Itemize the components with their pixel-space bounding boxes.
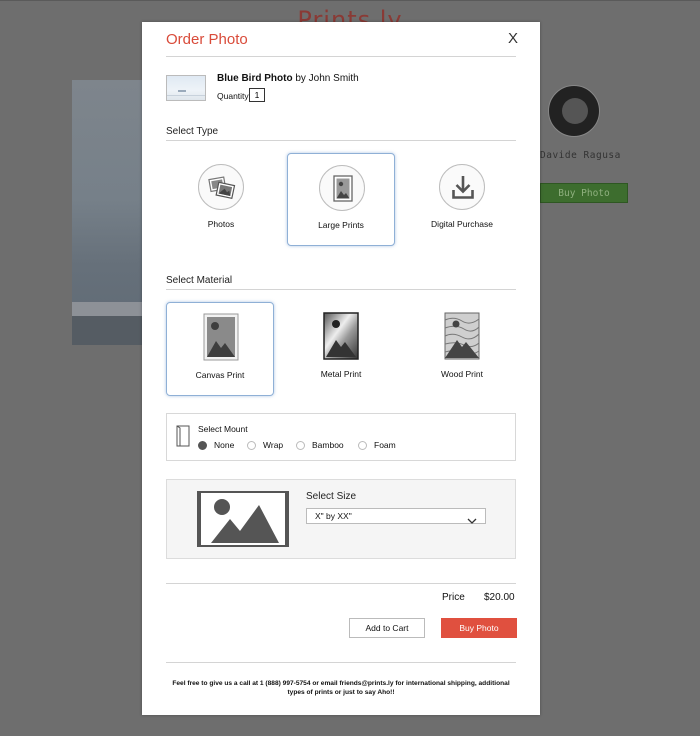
background-buy-button[interactable]: Buy Photo	[540, 183, 628, 203]
type-option-digital-purchase[interactable]: Digital Purchase	[408, 153, 516, 246]
size-dropdown[interactable]: X" by XX"	[306, 508, 486, 524]
radio-selected-icon	[198, 441, 207, 450]
type-label-large-prints: Large Prints	[318, 220, 364, 230]
header-divider	[166, 56, 516, 57]
price-divider	[166, 583, 516, 584]
photos-icon	[198, 164, 244, 210]
quantity-input[interactable]	[249, 88, 265, 102]
mount-label-none: None	[214, 440, 235, 450]
radio-icon	[296, 441, 305, 450]
thumbnail-horizon	[167, 95, 205, 96]
order-photo-modal: Order Photo X Blue Bird Photo by John Sm…	[142, 22, 540, 715]
footer-divider	[166, 662, 516, 663]
price-label: Price	[442, 592, 465, 603]
type-divider	[166, 140, 516, 141]
type-label-digital-purchase: Digital Purchase	[431, 219, 493, 229]
radio-icon	[358, 441, 367, 450]
material-label-metal: Metal Print	[320, 369, 362, 379]
size-preview-image-icon	[197, 491, 289, 552]
material-label-wood: Wood Print	[441, 369, 483, 379]
contact-note: Feel free to give us a call at 1 (888) 9…	[172, 680, 510, 696]
select-material-label: Select Material	[166, 275, 233, 286]
select-size-label: Select Size	[306, 491, 357, 502]
photo-thumbnail	[166, 75, 206, 101]
photo-author: by John Smith	[295, 73, 359, 84]
price-value: $20.00	[484, 592, 515, 603]
mount-title: Select Mount	[198, 424, 248, 434]
mount-label-wrap: Wrap	[263, 440, 284, 450]
avatar-silhouette	[562, 98, 588, 124]
photo-shore	[72, 302, 148, 316]
material-option-canvas[interactable]: Canvas Print	[166, 302, 274, 396]
photo-title: Blue Bird Photo	[217, 73, 293, 84]
page-top-rule	[0, 0, 700, 1]
material-option-wood[interactable]: Wood Print	[408, 302, 516, 396]
add-to-cart-button[interactable]: Add to Cart	[349, 618, 425, 638]
mount-selector: Select Mount None Wrap Bamboo Foam	[166, 413, 516, 461]
mount-label-bamboo: Bamboo	[312, 440, 344, 450]
type-option-large-prints[interactable]: Large Prints	[287, 153, 395, 246]
radio-icon	[247, 441, 256, 450]
material-divider	[166, 289, 516, 290]
size-panel: Select Size X" by XX"	[166, 479, 516, 559]
photo-shore-dark	[72, 316, 148, 345]
type-option-photos[interactable]: Photos	[167, 153, 275, 246]
material-option-metal[interactable]: Metal Print	[287, 302, 395, 396]
chevron-down-icon	[467, 512, 477, 530]
thumbnail-bird	[178, 90, 186, 92]
close-button[interactable]: X	[508, 30, 518, 47]
metal-print-icon	[323, 312, 359, 365]
author-avatar	[548, 85, 600, 137]
photo-title-line: Blue Bird Photo by John Smith	[217, 73, 359, 84]
modal-title: Order Photo	[166, 31, 248, 48]
quantity-label: Quantity	[217, 91, 249, 101]
author-name: Davide Ragusa	[540, 150, 621, 161]
type-label-photos: Photos	[207, 219, 235, 229]
large-print-icon	[319, 165, 365, 211]
size-selected-value: X" by XX"	[315, 511, 352, 521]
mount-label-foam: Foam	[374, 440, 396, 450]
material-label-canvas: Canvas Print	[195, 370, 245, 380]
mount-icon	[176, 425, 190, 452]
download-icon	[439, 164, 485, 210]
background-photo	[72, 80, 148, 345]
canvas-print-icon	[203, 313, 239, 366]
select-type-label: Select Type	[166, 126, 219, 137]
buy-photo-button[interactable]: Buy Photo	[441, 618, 517, 638]
wood-print-icon	[444, 312, 480, 365]
